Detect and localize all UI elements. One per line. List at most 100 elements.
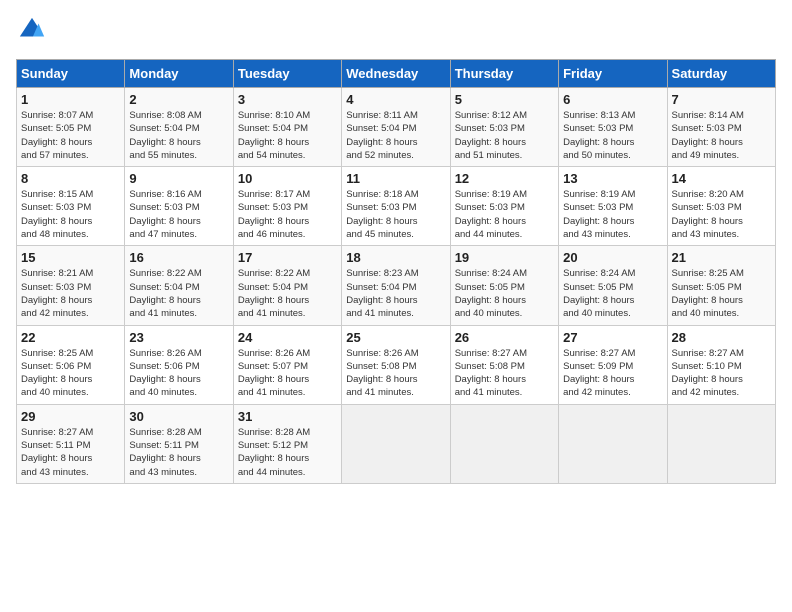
day-info: Sunrise: 8:25 AM Sunset: 5:06 PM Dayligh… [21, 347, 120, 400]
day-number: 1 [21, 92, 120, 107]
calendar-cell: 18 Sunrise: 8:23 AM Sunset: 5:04 PM Dayli… [342, 246, 450, 325]
page-header [16, 16, 776, 49]
day-number: 3 [238, 92, 337, 107]
weekday-header: Tuesday [233, 60, 341, 88]
day-info: Sunrise: 8:27 AM Sunset: 5:11 PM Dayligh… [21, 426, 120, 479]
calendar-cell [559, 404, 667, 483]
calendar-cell [342, 404, 450, 483]
day-info: Sunrise: 8:27 AM Sunset: 5:08 PM Dayligh… [455, 347, 554, 400]
day-info: Sunrise: 8:24 AM Sunset: 5:05 PM Dayligh… [563, 267, 662, 320]
calendar-cell: 3 Sunrise: 8:10 AM Sunset: 5:04 PM Daylig… [233, 88, 341, 167]
calendar-cell: 28 Sunrise: 8:27 AM Sunset: 5:10 PM Dayli… [667, 325, 775, 404]
day-number: 14 [672, 171, 771, 186]
day-number: 27 [563, 330, 662, 345]
weekday-header-row: SundayMondayTuesdayWednesdayThursdayFrid… [17, 60, 776, 88]
weekday-header: Thursday [450, 60, 558, 88]
day-number: 20 [563, 250, 662, 265]
day-number: 17 [238, 250, 337, 265]
day-number: 15 [21, 250, 120, 265]
day-info: Sunrise: 8:14 AM Sunset: 5:03 PM Dayligh… [672, 109, 771, 162]
day-info: Sunrise: 8:10 AM Sunset: 5:04 PM Dayligh… [238, 109, 337, 162]
day-number: 26 [455, 330, 554, 345]
day-info: Sunrise: 8:23 AM Sunset: 5:04 PM Dayligh… [346, 267, 445, 320]
calendar-cell: 16 Sunrise: 8:22 AM Sunset: 5:04 PM Dayli… [125, 246, 233, 325]
day-number: 4 [346, 92, 445, 107]
day-number: 18 [346, 250, 445, 265]
day-number: 13 [563, 171, 662, 186]
day-info: Sunrise: 8:26 AM Sunset: 5:06 PM Dayligh… [129, 347, 228, 400]
day-number: 16 [129, 250, 228, 265]
day-info: Sunrise: 8:18 AM Sunset: 5:03 PM Dayligh… [346, 188, 445, 241]
weekday-header: Friday [559, 60, 667, 88]
calendar-cell: 8Sunrise: 8:15 AM Sunset: 5:03 PM Daylig… [17, 167, 125, 246]
day-number: 12 [455, 171, 554, 186]
calendar-cell: 26 Sunrise: 8:27 AM Sunset: 5:08 PM Dayli… [450, 325, 558, 404]
calendar-cell: 21 Sunrise: 8:25 AM Sunset: 5:05 PM Dayli… [667, 246, 775, 325]
day-info: Sunrise: 8:22 AM Sunset: 5:04 PM Dayligh… [129, 267, 228, 320]
day-number: 10 [238, 171, 337, 186]
day-number: 30 [129, 409, 228, 424]
calendar-cell: 22 Sunrise: 8:25 AM Sunset: 5:06 PM Dayli… [17, 325, 125, 404]
day-number: 23 [129, 330, 228, 345]
day-info: Sunrise: 8:26 AM Sunset: 5:07 PM Dayligh… [238, 347, 337, 400]
calendar-cell: 10Sunrise: 8:17 AM Sunset: 5:03 PM Dayli… [233, 167, 341, 246]
calendar-cell: 15Sunrise: 8:21 AM Sunset: 5:03 PM Dayli… [17, 246, 125, 325]
day-info: Sunrise: 8:20 AM Sunset: 5:03 PM Dayligh… [672, 188, 771, 241]
calendar-cell [667, 404, 775, 483]
day-number: 29 [21, 409, 120, 424]
day-info: Sunrise: 8:19 AM Sunset: 5:03 PM Dayligh… [455, 188, 554, 241]
calendar-cell: 19 Sunrise: 8:24 AM Sunset: 5:05 PM Dayli… [450, 246, 558, 325]
day-number: 28 [672, 330, 771, 345]
calendar-cell: 24 Sunrise: 8:26 AM Sunset: 5:07 PM Dayli… [233, 325, 341, 404]
day-info: Sunrise: 8:25 AM Sunset: 5:05 PM Dayligh… [672, 267, 771, 320]
day-info: Sunrise: 8:24 AM Sunset: 5:05 PM Dayligh… [455, 267, 554, 320]
calendar-table: SundayMondayTuesdayWednesdayThursdayFrid… [16, 59, 776, 484]
weekday-header: Saturday [667, 60, 775, 88]
day-number: 24 [238, 330, 337, 345]
weekday-header: Monday [125, 60, 233, 88]
calendar-cell: 12 Sunrise: 8:19 AM Sunset: 5:03 PM Dayli… [450, 167, 558, 246]
calendar-cell: 31Sunrise: 8:28 AM Sunset: 5:12 PM Dayli… [233, 404, 341, 483]
calendar-cell [450, 404, 558, 483]
day-number: 2 [129, 92, 228, 107]
day-info: Sunrise: 8:12 AM Sunset: 5:03 PM Dayligh… [455, 109, 554, 162]
calendar-cell: 23 Sunrise: 8:26 AM Sunset: 5:06 PM Dayli… [125, 325, 233, 404]
calendar-cell: 14 Sunrise: 8:20 AM Sunset: 5:03 PM Dayli… [667, 167, 775, 246]
day-info: Sunrise: 8:27 AM Sunset: 5:09 PM Dayligh… [563, 347, 662, 400]
calendar-cell: 27 Sunrise: 8:27 AM Sunset: 5:09 PM Dayli… [559, 325, 667, 404]
day-info: Sunrise: 8:08 AM Sunset: 5:04 PM Dayligh… [129, 109, 228, 162]
calendar-cell: 17 Sunrise: 8:22 AM Sunset: 5:04 PM Dayli… [233, 246, 341, 325]
day-info: Sunrise: 8:13 AM Sunset: 5:03 PM Dayligh… [563, 109, 662, 162]
day-info: Sunrise: 8:27 AM Sunset: 5:10 PM Dayligh… [672, 347, 771, 400]
calendar-cell: 11Sunrise: 8:18 AM Sunset: 5:03 PM Dayli… [342, 167, 450, 246]
calendar-cell: 13 Sunrise: 8:19 AM Sunset: 5:03 PM Dayli… [559, 167, 667, 246]
calendar-cell: 1 Sunrise: 8:07 AM Sunset: 5:05 PM Daylig… [17, 88, 125, 167]
day-number: 21 [672, 250, 771, 265]
day-number: 19 [455, 250, 554, 265]
calendar-week-row: 22 Sunrise: 8:25 AM Sunset: 5:06 PM Dayli… [17, 325, 776, 404]
calendar-week-row: 8Sunrise: 8:15 AM Sunset: 5:03 PM Daylig… [17, 167, 776, 246]
day-number: 22 [21, 330, 120, 345]
calendar-week-row: 15Sunrise: 8:21 AM Sunset: 5:03 PM Dayli… [17, 246, 776, 325]
calendar-cell: 30 Sunrise: 8:28 AM Sunset: 5:11 PM Dayli… [125, 404, 233, 483]
day-info: Sunrise: 8:19 AM Sunset: 5:03 PM Dayligh… [563, 188, 662, 241]
day-info: Sunrise: 8:28 AM Sunset: 5:12 PM Dayligh… [238, 426, 337, 479]
day-number: 9 [129, 171, 228, 186]
day-info: Sunrise: 8:11 AM Sunset: 5:04 PM Dayligh… [346, 109, 445, 162]
calendar-cell: 7 Sunrise: 8:14 AM Sunset: 5:03 PM Daylig… [667, 88, 775, 167]
calendar-cell: 20 Sunrise: 8:24 AM Sunset: 5:05 PM Dayli… [559, 246, 667, 325]
calendar-cell: 29 Sunrise: 8:27 AM Sunset: 5:11 PM Dayli… [17, 404, 125, 483]
day-number: 6 [563, 92, 662, 107]
day-info: Sunrise: 8:22 AM Sunset: 5:04 PM Dayligh… [238, 267, 337, 320]
day-number: 5 [455, 92, 554, 107]
day-info: Sunrise: 8:16 AM Sunset: 5:03 PM Dayligh… [129, 188, 228, 241]
logo [16, 16, 50, 49]
day-info: Sunrise: 8:07 AM Sunset: 5:05 PM Dayligh… [21, 109, 120, 162]
calendar-cell: 25Sunrise: 8:26 AM Sunset: 5:08 PM Dayli… [342, 325, 450, 404]
day-info: Sunrise: 8:28 AM Sunset: 5:11 PM Dayligh… [129, 426, 228, 479]
weekday-header: Sunday [17, 60, 125, 88]
day-info: Sunrise: 8:15 AM Sunset: 5:03 PM Dayligh… [21, 188, 120, 241]
day-info: Sunrise: 8:26 AM Sunset: 5:08 PM Dayligh… [346, 347, 445, 400]
logo-icon [18, 16, 46, 44]
day-number: 7 [672, 92, 771, 107]
